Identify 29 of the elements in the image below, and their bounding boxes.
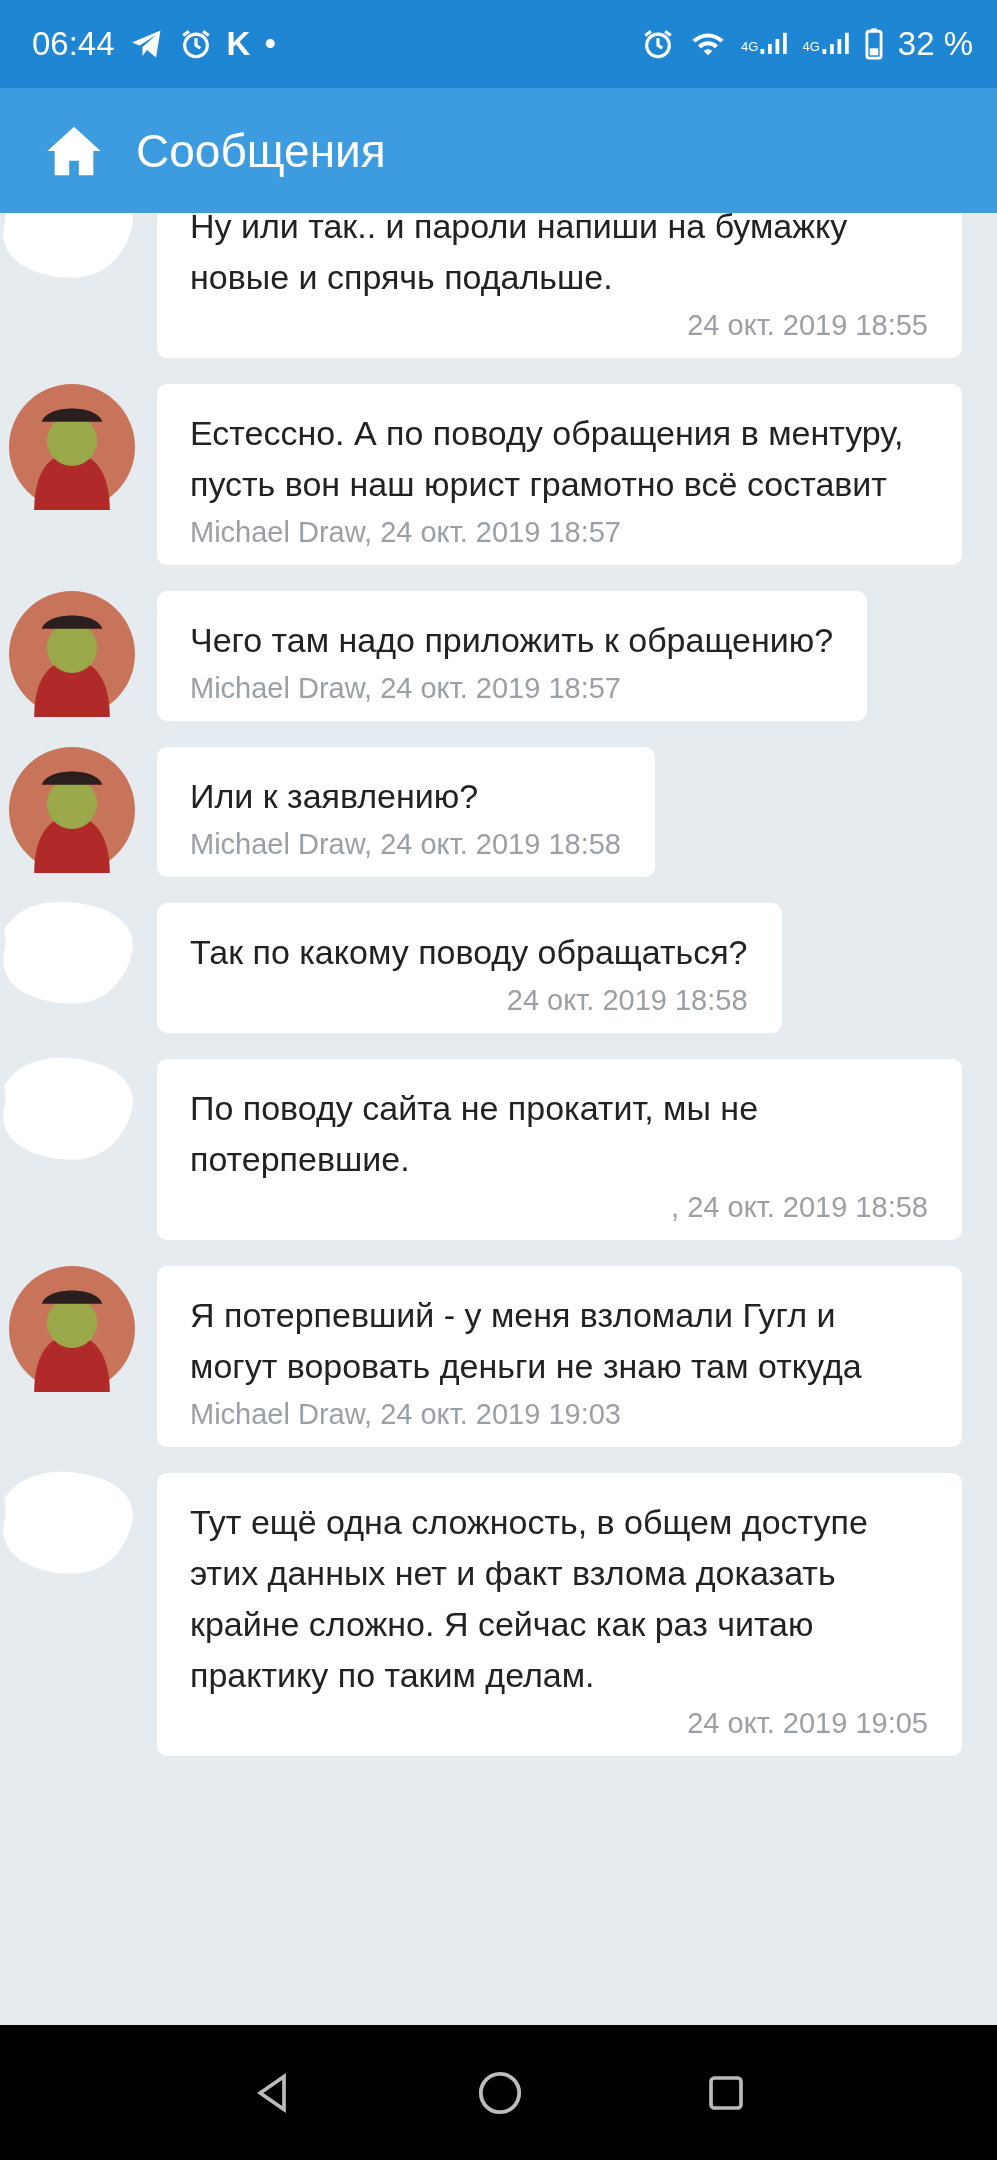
avatar[interactable] — [8, 1266, 135, 1392]
message-text: Я потерпевший - у меня взломали Гугл и могут воровать деньги не знаю там откуда — [190, 1295, 863, 1387]
avatar[interactable] — [8, 747, 135, 873]
message-meta: 24 окт. 2019 18:58 — [505, 984, 748, 1017]
screen-title: Сообщения — [136, 123, 386, 178]
message-text: Ну или так.. и пароли напиши на бумажку новые и спрячь подальше. — [190, 213, 849, 298]
message-meta: , 24 окт. 2019 18:58 — [670, 1191, 928, 1224]
message-meta: 24 окт. 2019 19:05 — [686, 1707, 928, 1740]
message-text: Или к заявлению? — [190, 776, 480, 817]
message-text: По поводу сайта не прокатит, мы не потерпевшие. — [190, 1088, 760, 1180]
message-meta: 24 окт. 2019 18:55 — [686, 309, 928, 342]
message-text: Тут ещё одна сложность, в общем доступе этих данных нет и факт взлома доказать крайне сложно. Я сейчас как раз читаю практику по таким делам. — [190, 1502, 869, 1696]
message-text: Чего там надо приложить к обращению? — [190, 620, 834, 661]
message-meta: Michael Draw, 24 окт. 2019 18:57 — [190, 516, 622, 549]
home-circle-icon[interactable] — [477, 2069, 524, 2116]
battery-icon — [863, 27, 884, 61]
avatar[interactable] — [8, 384, 135, 510]
network-type: 4G — [802, 39, 820, 54]
network-type: 4G — [741, 39, 759, 54]
message-meta: Michael Draw, 24 окт. 2019 18:57 — [190, 672, 622, 705]
battery-percent: 32 % — [897, 25, 973, 63]
avatar[interactable] — [8, 591, 135, 717]
app-letter: K — [226, 25, 251, 63]
message-text: Естессно. А по поводу обращения в ментуру, пусть вон наш юрист грамотно всё составит — [190, 413, 905, 505]
notification-dot: • — [264, 25, 276, 63]
message-meta: Michael Draw, 24 окт. 2019 19:03 — [190, 1398, 622, 1431]
clock: 06:44 — [32, 25, 115, 63]
message-meta: Michael Draw, 24 окт. 2019 18:58 — [190, 828, 621, 861]
message-text: Так по какому поводу обращаться? — [190, 932, 748, 973]
